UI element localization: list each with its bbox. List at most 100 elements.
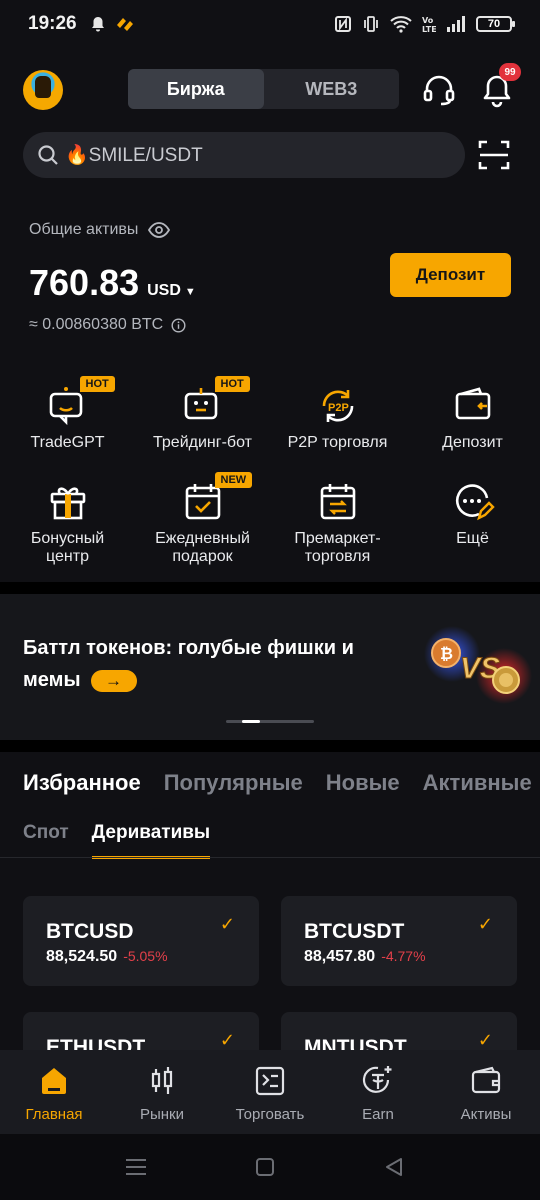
nfc-icon [335,16,351,32]
subtab-derivatives[interactable]: Деривативы [91,822,211,859]
coin-price: 88,524.50 -5.05% [46,948,168,966]
notification-badge: 99 [499,63,521,81]
tab-new[interactable]: Новые [326,770,400,796]
system-navigation-bar [0,1134,540,1200]
battery-indicator: 70 [476,16,515,32]
back-button-icon[interactable] [384,1157,404,1177]
gift-icon [46,480,90,524]
total-assets-text: Общие активы [29,221,139,238]
trade-icon [255,1066,285,1096]
deposit-wallet-icon [451,384,495,428]
svg-text:Vo: Vo [422,16,434,25]
deposit-button[interactable]: Депозит [390,253,511,297]
coin-card-btcusd[interactable]: BTCUSD 88,524.50 -5.05% ✓ [23,896,259,986]
nav-label: Торговать [235,1106,305,1123]
subtab-spot[interactable]: Спот [23,822,69,859]
shortcut-daily-gift[interactable]: NEW Ежедневный подарок [135,472,270,566]
eye-icon[interactable] [148,222,171,238]
shortcut-label: P2P торговля [287,434,388,451]
banner-arrow-button[interactable]: → [90,669,137,692]
favorite-check-icon[interactable]: ✓ [478,1030,493,1051]
notifications-bell-icon[interactable]: 99 [479,63,521,108]
app-header: Биржа WEB3 99 [0,62,540,118]
new-tag: NEW [214,472,253,488]
scan-qr-icon[interactable] [476,137,512,173]
nav-label: Рынки [139,1106,184,1123]
coin-card-btcusdt[interactable]: BTCUSDT 88,457.80 -4.77% ✓ [281,896,517,986]
tradegpt-icon: HOT [46,376,115,428]
svg-text:LTE: LTE [422,25,436,33]
vibrate-icon [364,16,378,32]
balance-value: 760.83 [29,262,140,303]
balance-amount: 760.83 USD ▼ [29,262,196,304]
search-icon [38,145,58,165]
hot-tag: HOT [79,376,115,392]
shortcut-label: Депозит [442,434,503,451]
market-sub-tabs: Спот Деривативы [23,822,211,859]
tab-popular[interactable]: Популярные [164,770,303,796]
bybit-app-small-icon [116,18,133,31]
recent-apps-icon[interactable] [125,1158,147,1176]
shortcut-label: Трейдинг-бот [153,434,252,451]
status-time: 19:26 [28,13,77,34]
nav-markets[interactable]: Рынки [108,1050,216,1134]
search-input[interactable]: 🔥SMILE/USDT [23,132,465,178]
volte-icon: VoLTE [422,16,436,33]
coin-price-value: 88,524.50 [46,948,118,965]
search-value: 🔥SMILE/USDT [65,145,203,166]
signal-icon [447,16,465,32]
section-divider [0,582,540,594]
nav-label: Главная [25,1106,83,1123]
coin-change: -5.05% [123,948,168,964]
nav-trade[interactable]: Торговать [216,1050,324,1134]
coin-price: 88,457.80 -4.77% [304,948,426,966]
favorite-check-icon[interactable]: ✓ [478,914,493,935]
info-icon[interactable] [171,317,186,333]
home-icon [42,1068,66,1094]
wallet-icon [471,1066,501,1094]
notification-bell-small-icon [91,17,104,32]
avatar[interactable] [23,70,63,110]
segment-web3[interactable]: WEB3 [264,69,400,109]
more-icon [451,480,495,524]
shortcut-label: Премаркет-торговля [294,530,381,565]
nav-label: Активы [460,1106,512,1123]
total-assets-label: Общие активы [29,221,171,239]
shortcut-more[interactable]: Ещё [405,480,540,548]
shortcut-p2p[interactable]: P2P P2P торговля [270,384,405,452]
carousel-indicator [226,720,314,723]
caret-down-icon[interactable]: ▼ [185,286,196,298]
nav-earn[interactable]: Earn [324,1050,432,1134]
segment-exchange[interactable]: Биржа [128,69,264,109]
shortcut-tradegpt[interactable]: HOT TradeGPT [0,376,135,452]
trading-bot-icon: HOT [181,376,250,428]
coin-symbol: BTCUSDT [304,920,405,943]
nav-assets[interactable]: Активы [432,1050,540,1134]
currency-selector[interactable]: USD [147,282,181,300]
shortcut-bonus-center[interactable]: Бонусный центр [0,480,135,566]
favorite-check-icon[interactable]: ✓ [220,1030,235,1051]
shortcut-premarket[interactable]: Премаркет-торговля [270,480,405,566]
home-button-icon[interactable] [256,1158,274,1176]
calendar-swap-icon [316,480,360,524]
section-divider [0,740,540,752]
banner-title: Баттл токенов: голубые фишки и мемы → [23,632,383,696]
nav-home[interactable]: Главная [0,1050,108,1134]
btc-equivalent: ≈ 0.00860380 BTC [29,316,186,334]
shortcut-label: Ежедневный подарок [155,530,250,565]
support-headset-icon[interactable] [421,72,457,108]
shortcut-label: Бонусный центр [30,530,105,565]
svg-text:P2P: P2P [328,402,349,414]
shortcut-deposit[interactable]: Депозит [405,384,540,452]
shortcut-label: Ещё [456,530,489,547]
p2p-icon: P2P [316,384,360,428]
hot-tag: HOT [214,376,250,392]
tab-active[interactable]: Активные [423,770,532,796]
shortcut-trading-bot[interactable]: HOT Трейдинг-бот [135,376,270,452]
favorite-check-icon[interactable]: ✓ [220,914,235,935]
earn-tether-icon [362,1066,392,1093]
calendar-check-icon: NEW [181,472,253,524]
promo-banner[interactable]: Баттл токенов: голубые фишки и мемы → ₿ V… [0,594,540,740]
nav-label: Earn [362,1106,394,1123]
tab-favorites[interactable]: Избранное [23,770,141,796]
